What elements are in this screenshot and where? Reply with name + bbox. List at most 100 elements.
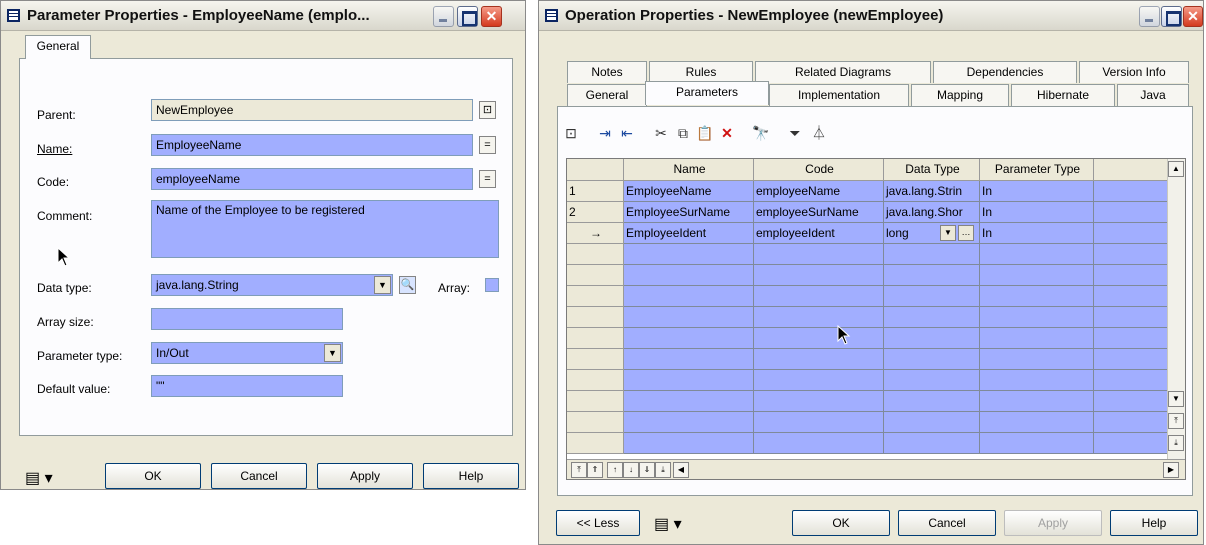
grid-cell-ptype[interactable] <box>980 286 1094 307</box>
help-button[interactable]: Help <box>423 463 519 489</box>
tab-general[interactable]: General <box>567 84 647 106</box>
parameters-grid[interactable]: Name Code Data Type Parameter Type 1 Empl… <box>566 158 1186 480</box>
minimize-button[interactable] <box>433 6 454 27</box>
parameter-type-dropdown-arrow[interactable]: ▼ <box>324 344 341 362</box>
maximize-button[interactable] <box>1161 6 1182 27</box>
scroll-down-button[interactable]: ▼ <box>1168 391 1184 407</box>
help-button[interactable]: Help <box>1110 510 1198 536</box>
tab-parameters[interactable]: Parameters <box>645 81 769 105</box>
less-button[interactable]: << Less <box>556 510 640 536</box>
minimize-button[interactable] <box>1139 6 1160 27</box>
tab-general[interactable]: General <box>25 35 91 59</box>
array-checkbox[interactable] <box>485 278 499 292</box>
row-header[interactable] <box>567 412 624 433</box>
move-page-up-icon[interactable]: ⇑ <box>587 462 603 478</box>
grid-cell-ptype[interactable] <box>980 370 1094 391</box>
grid-cell-name[interactable] <box>624 265 754 286</box>
column-header-name[interactable]: Name <box>624 159 754 181</box>
grid-cell-name[interactable]: EmployeeIdent <box>624 223 754 244</box>
grid-cell-empty[interactable] <box>1094 202 1168 223</box>
row-header[interactable] <box>567 349 624 370</box>
apply-button[interactable]: Apply <box>317 463 413 489</box>
data-type-browse-icon[interactable]: 🔍 <box>399 276 416 294</box>
data-type-ellipsis-button[interactable]: … <box>958 225 974 241</box>
grid-cell-ptype[interactable]: In <box>980 202 1094 223</box>
grid-cell-ptype[interactable] <box>980 244 1094 265</box>
grid-cell-empty[interactable] <box>1094 328 1168 349</box>
grid-cell-name[interactable]: EmployeeSurName <box>624 202 754 223</box>
delete-icon[interactable]: ✕ <box>717 123 737 143</box>
list-menu-icon[interactable]: ▤ ▾ <box>25 468 53 488</box>
grid-cell-ptype[interactable]: In <box>980 181 1094 202</box>
grid-cell-empty[interactable] <box>1094 391 1168 412</box>
grid-cell-name[interactable] <box>624 349 754 370</box>
parent-properties-button[interactable]: ⊡ <box>479 101 496 119</box>
data-type-combo[interactable]: java.lang.String <box>151 274 393 296</box>
grid-cell-empty[interactable] <box>1094 412 1168 433</box>
comment-textarea[interactable]: Name of the Employee to be registered <box>151 200 499 258</box>
data-type-dropdown-arrow[interactable]: ▼ <box>374 276 391 294</box>
grid-cell-name[interactable]: EmployeeName <box>624 181 754 202</box>
name-field[interactable]: EmployeeName <box>151 134 473 156</box>
grid-cell-name[interactable] <box>624 391 754 412</box>
grid-cell-name[interactable] <box>624 307 754 328</box>
grid-cell-data-type[interactable]: java.lang.Shor <box>884 202 980 223</box>
grid-cell-code[interactable] <box>754 391 884 412</box>
move-up-icon[interactable]: ↑ <box>607 462 623 478</box>
grid-cell-empty[interactable] <box>1094 307 1168 328</box>
row-header[interactable] <box>567 286 624 307</box>
grid-cell-code[interactable]: employeeName <box>754 181 884 202</box>
grid-cell-data-type[interactable] <box>884 244 980 265</box>
grid-cell-data-type[interactable] <box>884 349 980 370</box>
grid-cell-name[interactable] <box>624 244 754 265</box>
properties-icon[interactable]: ⊡ <box>561 123 581 143</box>
grid-cell-code[interactable] <box>754 370 884 391</box>
grid-cell-data-type[interactable] <box>884 370 980 391</box>
scroll-top-button[interactable]: ⤒ <box>1168 413 1184 429</box>
grid-cell-code[interactable] <box>754 328 884 349</box>
grid-cell-name[interactable] <box>624 433 754 454</box>
row-header[interactable] <box>567 265 624 286</box>
data-type-dropdown-arrow[interactable]: ▼ <box>940 225 956 241</box>
row-header[interactable]: → <box>567 223 624 244</box>
maximize-button[interactable] <box>457 6 478 27</box>
move-bottom-icon[interactable]: ⤓ <box>655 462 671 478</box>
close-button[interactable]: ✕ <box>481 6 502 27</box>
row-header[interactable] <box>567 370 624 391</box>
move-page-down-icon[interactable]: ⇓ <box>639 462 655 478</box>
grid-cell-data-type[interactable] <box>884 433 980 454</box>
grid-cell-empty[interactable] <box>1094 349 1168 370</box>
find-icon[interactable]: 🔭 <box>751 123 771 143</box>
grid-cell-code[interactable] <box>754 265 884 286</box>
row-header[interactable]: 2 <box>567 202 624 223</box>
grid-cell-empty[interactable] <box>1094 181 1168 202</box>
scroll-left-button[interactable]: ◀ <box>673 462 689 478</box>
column-header-parameter-type[interactable]: Parameter Type <box>980 159 1094 181</box>
grid-cell-code[interactable] <box>754 433 884 454</box>
grid-cell-data-type[interactable] <box>884 307 980 328</box>
cancel-button[interactable]: Cancel <box>211 463 307 489</box>
default-value-field[interactable]: "" <box>151 375 343 397</box>
grid-cell-name[interactable] <box>624 286 754 307</box>
row-header[interactable] <box>567 433 624 454</box>
move-top-icon[interactable]: ⤒ <box>571 462 587 478</box>
scroll-up-button[interactable]: ▲ <box>1168 161 1184 177</box>
row-header[interactable] <box>567 307 624 328</box>
copy-icon[interactable]: ⧉ <box>673 123 693 143</box>
cancel-button[interactable]: Cancel <box>898 510 996 536</box>
grid-cell-data-type[interactable] <box>884 391 980 412</box>
grid-cell-empty[interactable] <box>1094 286 1168 307</box>
row-header[interactable]: 1 <box>567 181 624 202</box>
add-row-icon[interactable]: ⇤ <box>617 123 637 143</box>
grid-cell-data-type[interactable]: java.lang.Strin <box>884 181 980 202</box>
move-down-icon[interactable]: ↓ <box>623 462 639 478</box>
grid-cell-ptype[interactable]: In <box>980 223 1094 244</box>
filter-icon[interactable]: ⏷ <box>785 123 805 143</box>
tab-mapping[interactable]: Mapping <box>911 84 1009 106</box>
row-header[interactable] <box>567 244 624 265</box>
grid-cell-ptype[interactable] <box>980 412 1094 433</box>
sort-filter-icon[interactable]: ⏃ <box>809 123 829 143</box>
apply-button[interactable]: Apply <box>1004 510 1102 536</box>
grid-cell-ptype[interactable] <box>980 391 1094 412</box>
grid-cell-name[interactable] <box>624 412 754 433</box>
